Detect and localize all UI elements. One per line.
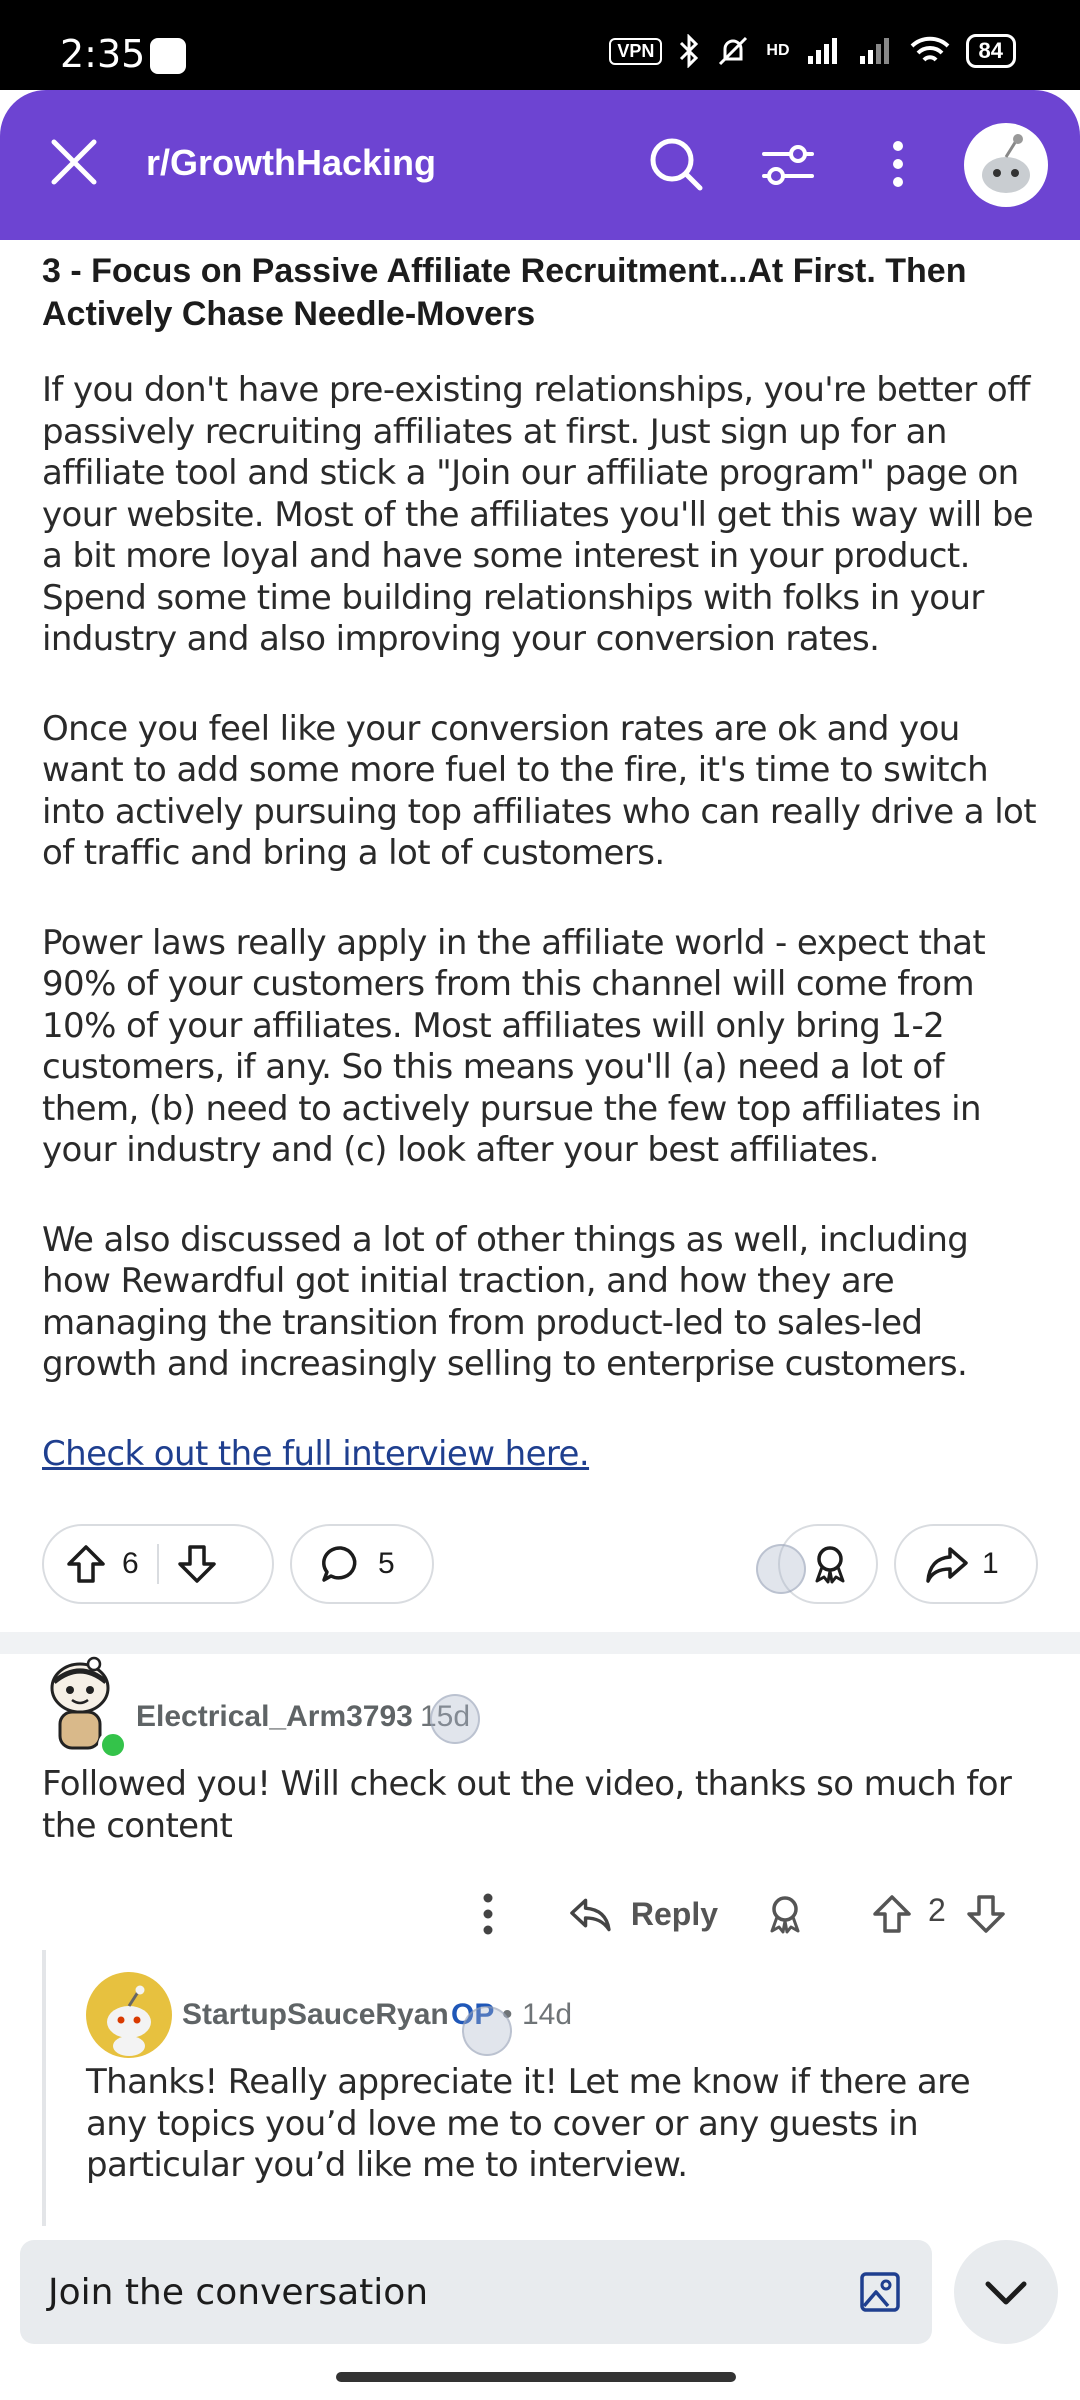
award-icon [815,1546,845,1584]
status-bar: 2:35 VPN HD 84 [0,0,1080,90]
touch-indicator [430,1694,480,1744]
snoo-avatar-icon [982,134,1030,193]
comment-upvote-icon[interactable] [870,1884,914,1944]
reply-age: 14d [522,1998,573,2031]
join-conversation-input[interactable]: Join the conversation [20,2240,932,2344]
signal-bars-2-icon [859,38,889,64]
reply-avatar[interactable] [86,1972,172,2058]
reply-arrow-icon [570,1898,611,1932]
user-avatar[interactable] [964,123,1048,207]
status-time: 2:35 [60,32,146,76]
filter-sort-icon[interactable] [756,132,820,196]
comment-bubble-icon [322,1546,357,1582]
comments-button[interactable]: 5 [290,1524,434,1604]
post-paragraph: We also discussed a lot of other things … [42,1219,969,1385]
subreddit-header: r/GrowthHacking [0,90,1080,240]
touch-indicator [756,1544,806,1594]
search-icon[interactable] [644,132,708,196]
reply-username[interactable]: StartupSauceRyan [182,1998,449,2032]
share-count: 1 [982,1547,999,1580]
post-body: 3 - Focus on Passive Affiliate Recruitme… [42,240,1042,1474]
reply-text: Thanks! Really appreciate it! Let me kno… [86,2062,971,2185]
comment-award-icon[interactable] [762,1884,808,1944]
comment-text: Followed you! Will check out the video, … [42,1764,1012,1846]
collapse-button[interactable] [954,2240,1058,2344]
share-arrow-icon [926,1547,968,1583]
vote-divider [156,1544,159,1584]
comment-username[interactable]: Electrical_Arm3793 [136,1700,413,1734]
close-icon[interactable] [44,132,104,192]
bluetooth-icon [680,34,699,68]
section-divider [0,1632,1080,1654]
home-indicator[interactable] [336,2372,736,2382]
comment-downvote-icon[interactable] [964,1884,1008,1944]
full-interview-link[interactable]: Check out the full interview here. [42,1434,1042,1474]
reply-label: Reply [630,1895,718,1932]
reply-button[interactable]: Reply [568,1884,718,1944]
share-button[interactable]: 1 [894,1524,1038,1604]
status-icons: VPN HD 84 [609,34,1016,68]
vote-pill: 6 [42,1524,274,1604]
snoo-avatar-icon [107,1985,151,2056]
section-heading: 3 - Focus on Passive Affiliate Recruitme… [42,252,967,333]
notification-app-icon [150,38,186,74]
subreddit-title[interactable]: r/GrowthHacking [146,142,436,184]
upvote-icon[interactable] [64,1542,108,1586]
mute-bell-icon [719,36,748,66]
chevron-down-icon [985,2281,1027,2305]
downvote-icon[interactable] [175,1542,219,1586]
vpn-badge: VPN [609,37,663,65]
post-action-bar: 6 5 1 [42,1524,1038,1608]
battery-indicator: 84 [965,34,1016,68]
online-status-dot [98,1730,128,1760]
more-options-icon[interactable] [866,132,930,196]
comment-more-icon[interactable] [466,1884,510,1944]
post-paragraph: If you don't have pre-existing relations… [42,370,1034,659]
comment-score: 2 [928,1892,946,1928]
touch-indicator [462,2006,512,2056]
comment-count: 5 [378,1547,395,1580]
post-paragraph: Once you feel like your conversion rates… [42,708,1037,874]
signal-icon: HD [766,42,790,59]
upvote-count: 6 [122,1547,139,1580]
signal-bars-icon [807,38,837,64]
wifi-icon [910,36,949,62]
image-attach-icon[interactable] [858,2270,902,2314]
thread-line [42,1950,46,2226]
post-paragraph: Power laws really apply in the affiliate… [42,922,986,1171]
join-placeholder: Join the conversation [48,2272,429,2313]
